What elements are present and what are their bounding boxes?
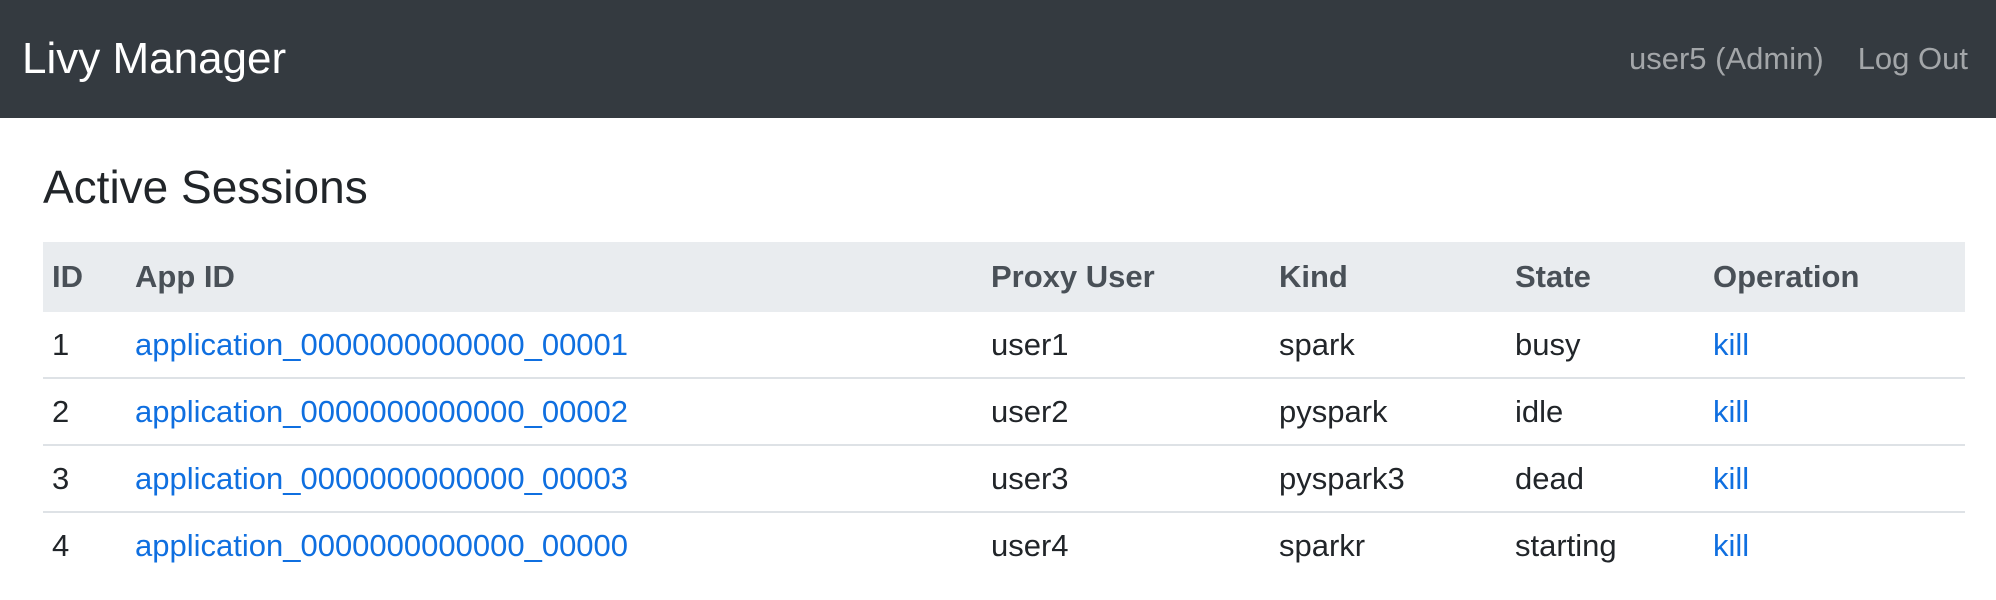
table-row: 1 application_0000000000000_00001 user1 … [43,312,1965,378]
table-body: 1 application_0000000000000_00001 user1 … [43,312,1965,578]
table-row: 2 application_0000000000000_00002 user2 … [43,377,1965,445]
app-id-link[interactable]: application_0000000000000_00000 [135,528,628,563]
cell-kind: pyspark [1270,377,1506,445]
header-row: ID App ID Proxy User Kind State Operatio… [43,242,1965,312]
page-title: Active Sessions [43,161,368,213]
cell-app-id: application_0000000000000_00001 [126,312,982,378]
cell-kind: spark [1279,326,1355,362]
cell-operation: kill [1704,312,1965,378]
cell-kind: sparkr [1270,511,1506,578]
cell-state: starting [1506,511,1704,578]
table-header: ID App ID Proxy User Kind State Operatio… [43,242,1965,312]
table-row: 4 application_0000000000000_00000 user4 … [43,511,1965,578]
cell-proxy-user: user3 [982,444,1270,512]
cell-operation: kill [1704,444,1965,512]
cell-session-id: 1 [52,326,70,362]
cell-app-id: application_0000000000000_00002 [126,377,982,445]
cell-app-id: application_0000000000000_00000 [126,511,982,578]
kill-link[interactable]: kill [1713,394,1749,429]
column-header-proxy-user: Proxy User [991,259,1155,294]
kill-link[interactable]: kill [1713,528,1749,563]
sessions-table: ID App ID Proxy User Kind State Operatio… [43,242,1965,578]
cell-operation: kill [1704,377,1965,445]
app-id-link[interactable]: application_0000000000000_00003 [135,461,628,496]
column-header-state: State [1515,259,1591,294]
cell-session-id: 3 [43,444,126,512]
app-id-link[interactable]: application_0000000000000_00002 [135,394,628,429]
cell-state: dead [1506,444,1704,512]
navbar-right-group: user5 (Admin) Log Out [1629,0,1968,118]
cell-kind: pyspark3 [1270,444,1506,512]
app-id-link[interactable]: application_0000000000000_00001 [135,327,628,362]
cell-proxy-user: user1 [991,326,1069,362]
cell-state: busy [1515,326,1581,362]
main-content: Active Sessions ID App ID Proxy User Kin… [43,118,1965,578]
cell-app-id: application_0000000000000_00003 [126,444,982,512]
kill-link[interactable]: kill [1713,327,1749,362]
column-header-id: ID [52,259,83,294]
logout-link[interactable]: Log Out [1858,41,1968,77]
cell-state: idle [1506,377,1704,445]
cell-session-id: 4 [43,511,126,578]
column-header-app-id: App ID [135,259,235,294]
cell-operation: kill [1704,511,1965,578]
current-user-link[interactable]: user5 (Admin) [1629,41,1824,77]
cell-session-id: 2 [43,377,126,445]
kill-link[interactable]: kill [1713,461,1749,496]
cell-proxy-user: user4 [982,511,1270,578]
column-header-operation: Operation [1713,259,1860,294]
top-navbar: Livy Manager user5 (Admin) Log Out [0,0,1996,118]
table-row: 3 application_0000000000000_00003 user3 … [43,444,1965,512]
column-header-kind: Kind [1279,259,1348,294]
cell-proxy-user: user2 [982,377,1270,445]
brand-link[interactable]: Livy Manager [22,0,286,118]
